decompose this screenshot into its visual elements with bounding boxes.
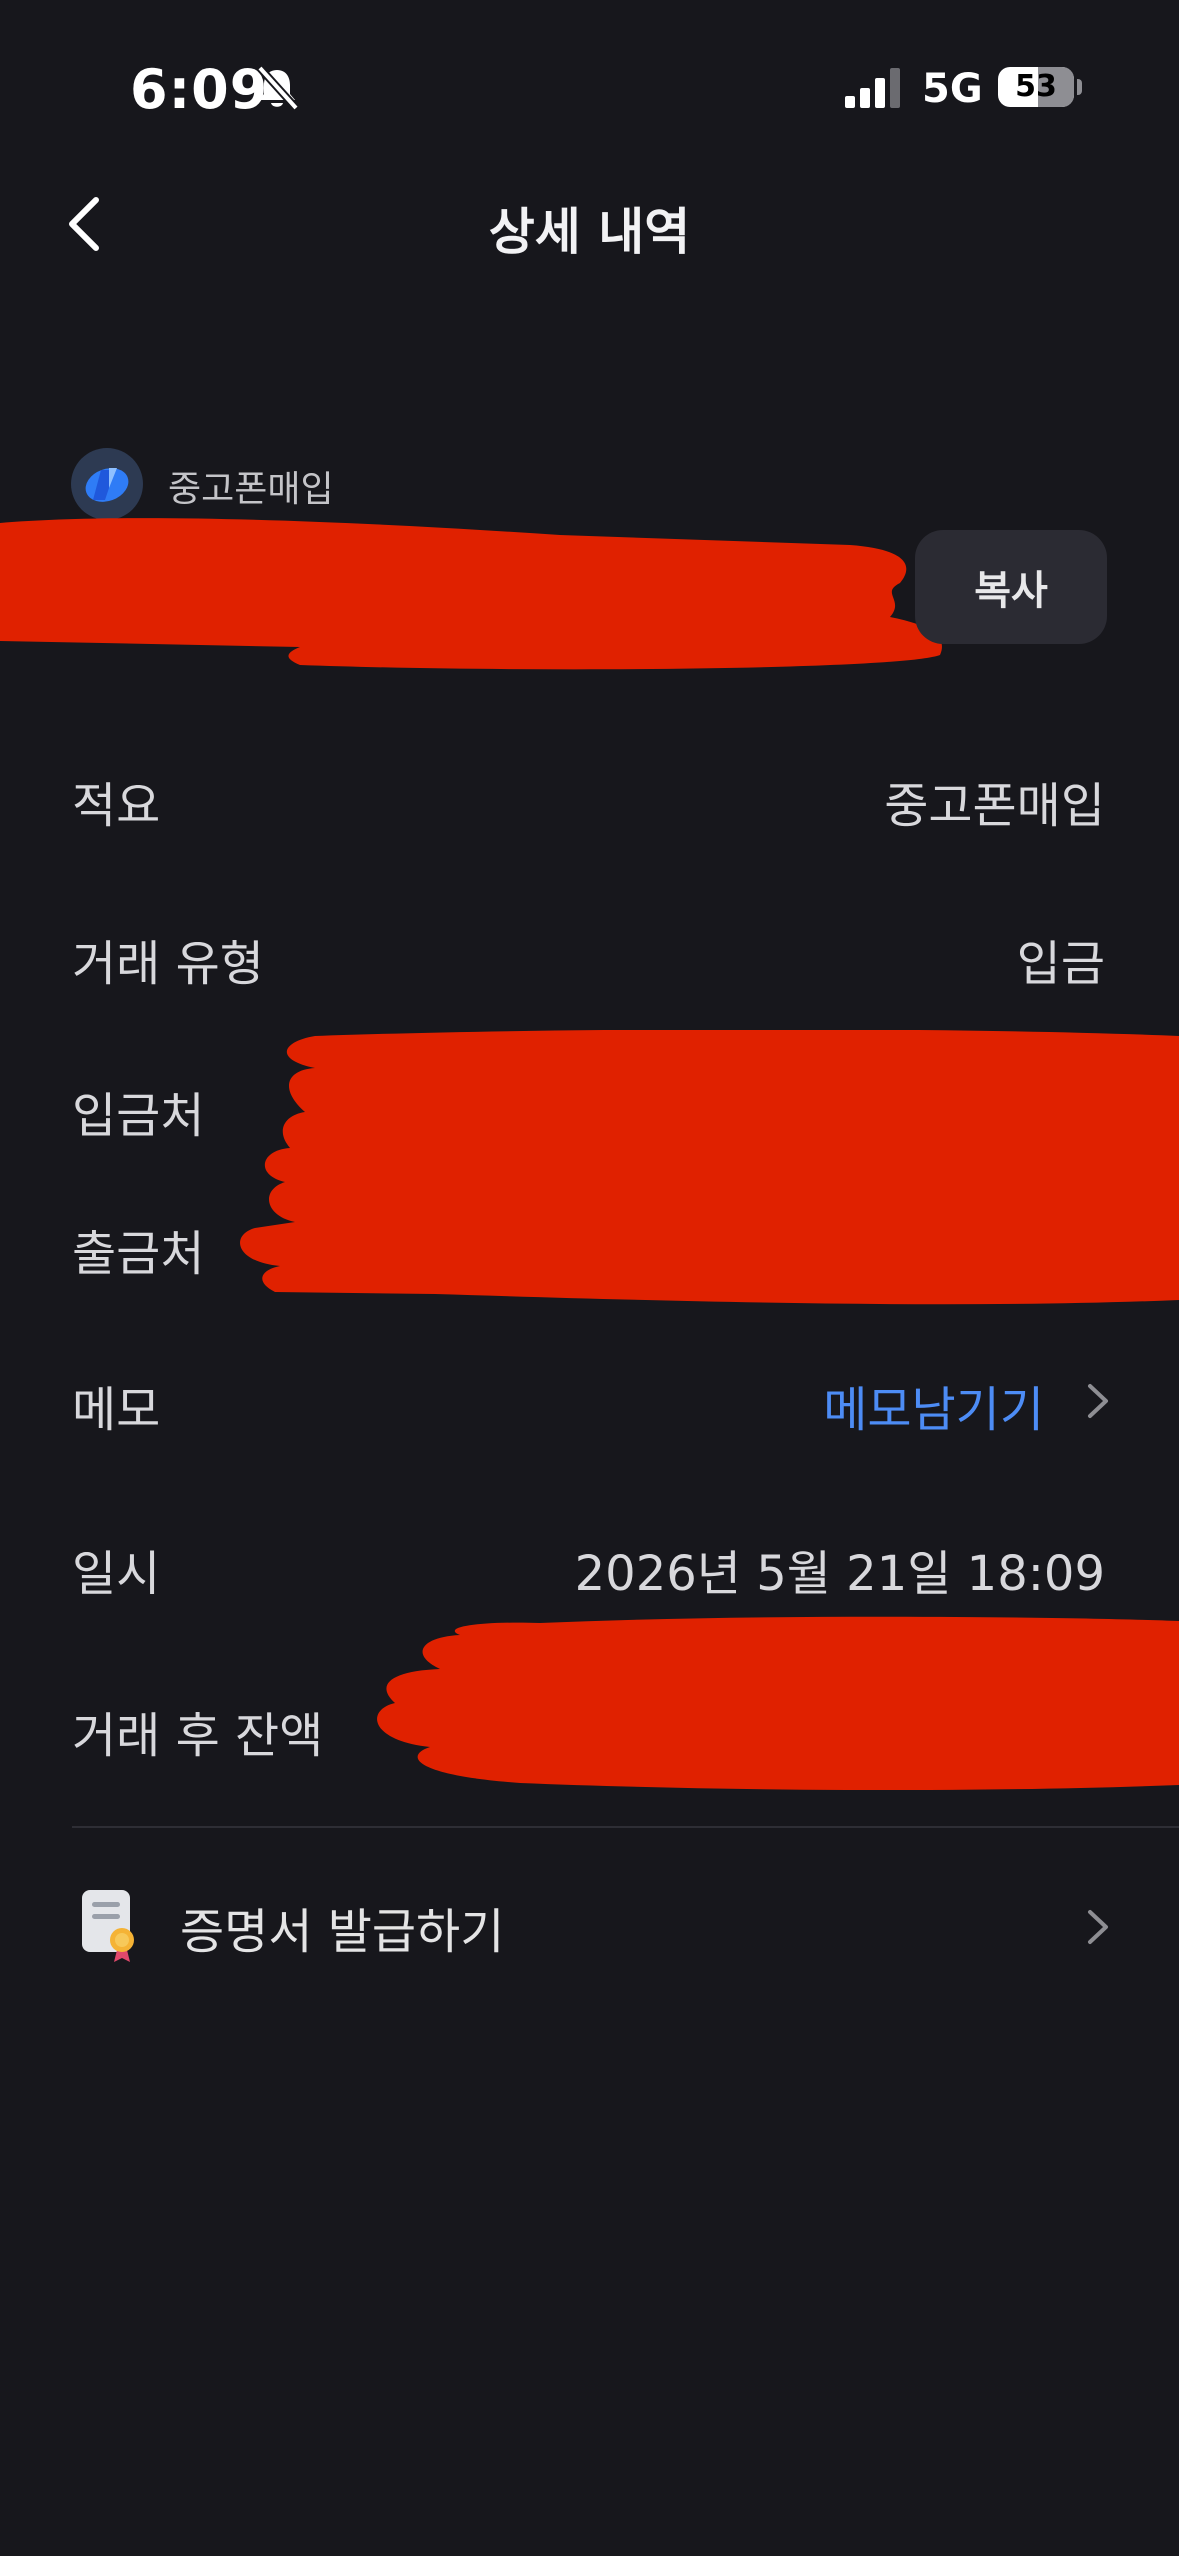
network-type: 5G [922,66,983,112]
battery-indicator: 53 [998,67,1074,107]
deposit-from-label: 입금처 [72,1088,205,1144]
transaction-type-label: 거래 유형 [72,936,264,992]
amount-redaction [0,518,942,670]
memo-label: 메모 [72,1382,161,1438]
balance-redaction [377,1616,1179,1790]
status-time: 6:09 [130,58,269,121]
certificate-issue-button[interactable]: 증명서 발급하기 [180,1892,504,1962]
parties-redaction [240,1030,1179,1305]
divider [72,1826,1179,1828]
battery-level: 53 [1015,69,1057,104]
chevron-right-icon[interactable] [1084,1380,1112,1422]
datetime-label: 일시 [72,1546,161,1602]
page-title: 상세 내역 [488,203,691,261]
memo-add-link[interactable]: 메모남기기 [823,1370,1044,1440]
bell-slash-icon [257,65,299,111]
cellular-signal-icon [845,68,900,108]
battery-nub [1077,79,1082,95]
datetime-value: 2026년 5월 21일 18:09 [574,1546,1105,1602]
withdraw-from-label: 출금처 [72,1226,205,1282]
balance-after-label: 거래 후 잔액 [72,1708,324,1764]
description-value: 중고폰매입 [884,778,1105,834]
chevron-right-icon[interactable] [1084,1906,1112,1948]
copy-button[interactable]: 복사 [915,530,1107,644]
transaction-type-value: 입금 [1016,936,1105,992]
certificate-icon[interactable] [80,1888,144,1964]
description-label: 적요 [72,778,161,834]
